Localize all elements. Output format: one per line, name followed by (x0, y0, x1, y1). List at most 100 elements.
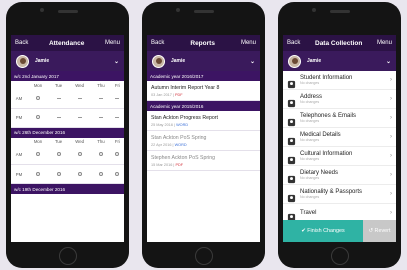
attendance-cell (111, 89, 124, 108)
session-label: PM (15, 171, 23, 177)
attendance-screen: Back Attendance Menu Jamie ⌄ w/c 2nd Jan… (11, 35, 124, 242)
file-type-badge: PDF (175, 93, 183, 97)
attendance-cell (27, 165, 49, 184)
present-mark-icon (115, 171, 120, 176)
nav-bar: Back Attendance Menu (11, 35, 124, 51)
present-mark-icon (115, 152, 120, 157)
report-meta: 03 Jan 2017 | PDF (151, 93, 256, 97)
corner-cell (11, 81, 27, 89)
menu-button[interactable]: Menu (241, 40, 256, 46)
report-title: Stan Ackton PoS Spring (151, 135, 207, 141)
present-mark-icon (98, 152, 103, 157)
home-icon (287, 95, 296, 107)
report-title: Stephen Ackton PoS Spring (151, 155, 216, 161)
chevron-right-icon: › (390, 172, 392, 178)
back-button[interactable]: Back (287, 40, 300, 46)
chevron-right-icon: › (390, 77, 392, 83)
section-text: Address No changes (300, 94, 390, 104)
reports-list: Academic year 2016/2017 Autumn Interim Re… (147, 71, 260, 171)
user-selector[interactable]: Jamie ⌄ (147, 51, 260, 71)
medical-kit-icon (287, 133, 296, 145)
present-mark-icon (56, 152, 61, 157)
data-section-item[interactable]: Nationality & Passports No changes › (283, 185, 396, 204)
day-label: Tue (54, 82, 63, 88)
attendance-cell (68, 108, 91, 127)
section-text: Cultural Information No changes (300, 151, 390, 161)
present-mark-icon (36, 171, 41, 176)
data-collection-list: Student Information No changes › Address No … (283, 71, 396, 223)
nav-bar: Back Data Collection Menu (283, 35, 396, 51)
attendance-cell (91, 146, 111, 165)
user-name: Jamie (171, 58, 186, 64)
attendance-cell (49, 108, 68, 127)
data-section-item[interactable]: Cultural Information No changes › (283, 147, 396, 166)
attendance-cell (27, 89, 49, 108)
week-header: w/c 2nd January 2017 (11, 71, 124, 81)
home-button (330, 247, 349, 265)
present-mark-icon (77, 152, 82, 157)
back-button[interactable]: Back (151, 40, 164, 46)
report-item[interactable]: Stan Ackton Progress Report 25 May 2016 |… (147, 111, 260, 131)
page-title: Reports (190, 39, 215, 47)
user-name: Jamie (35, 58, 50, 64)
attendance-cell (27, 108, 49, 127)
chevron-down-icon: ⌄ (249, 58, 255, 65)
no-data-icon (56, 117, 61, 119)
attendance-cell (49, 165, 68, 184)
file-type-badge: WORD (176, 123, 189, 127)
no-data-icon (56, 98, 61, 100)
chevron-right-icon: › (390, 191, 392, 197)
page-title: Attendance (48, 39, 85, 47)
data-section-item[interactable]: Dietary Needs No changes › (283, 166, 396, 185)
menu-button[interactable]: Menu (377, 40, 392, 46)
camera (40, 8, 44, 12)
present-mark-icon (56, 171, 61, 176)
session-label: PM (15, 115, 23, 120)
reports-screen: Back Reports Menu Jamie ⌄ Academic year … (147, 35, 260, 242)
data-section-item[interactable]: Address No changes › (283, 90, 396, 109)
data-section-item[interactable]: Telephones & Emails No changes › (283, 109, 396, 128)
report-date: 22 Apr 2016 (151, 143, 172, 147)
day-header-row: Mon Tue Wed Thu Fri (11, 138, 124, 146)
menu-button[interactable]: Menu (105, 40, 120, 46)
present-mark-icon (36, 152, 41, 157)
finish-changes-button[interactable]: ✔ Finish Changes (283, 220, 363, 242)
present-mark-icon (36, 95, 41, 100)
attendance-cell (91, 108, 111, 127)
week-header: w/c 19th December 2016 (11, 184, 124, 194)
data-section-item[interactable]: Student Information No changes › (283, 71, 396, 90)
session-row: AM (11, 146, 124, 165)
user-selector[interactable]: Jamie ⌄ (11, 51, 124, 71)
user-selector[interactable]: Jamie ⌄ (283, 51, 396, 71)
home-button (58, 247, 77, 265)
no-data-icon (98, 117, 103, 119)
report-item[interactable]: Autumn Interim Report Year 8 03 Jan 2017 … (147, 81, 260, 101)
revert-button[interactable]: ↺ Revert (363, 220, 396, 242)
report-meta: 22 Apr 2016 | WORD (151, 143, 256, 147)
attendance-grid: Mon Tue Wed Thu Fri AM PM (11, 81, 124, 128)
report-meta: 15 Mar 2016 | PDF (151, 163, 256, 167)
data-section-item[interactable]: Medical Details No changes › (283, 128, 396, 147)
section-text: Telephones & Emails No changes (300, 113, 390, 123)
file-type-badge: PDF (175, 163, 184, 167)
section-text: Medical Details No changes (300, 132, 390, 142)
speaker (329, 10, 350, 13)
phone-attendance: Back Attendance Menu Jamie ⌄ w/c 2nd Jan… (6, 2, 129, 268)
avatar (152, 54, 165, 68)
action-bar: ✔ Finish Changes ↺ Revert (283, 220, 396, 242)
back-button[interactable]: Back (15, 40, 28, 46)
report-title: Stan Ackton Progress Report (151, 115, 218, 121)
page-title: Data Collection (315, 39, 363, 47)
phone-reports: Back Reports Menu Jamie ⌄ Academic year … (142, 2, 265, 268)
no-data-icon (77, 117, 82, 119)
report-date: 03 Jan 2017 (151, 93, 172, 97)
report-item[interactable]: Stephen Ackton PoS Spring 15 Mar 2016 | P… (147, 151, 260, 171)
chevron-right-icon: › (390, 96, 392, 102)
attendance-cell (111, 108, 124, 127)
day-label: Thu (97, 139, 105, 144)
attendance-cell (91, 165, 111, 184)
present-mark-icon (98, 171, 103, 176)
chevron-right-icon: › (390, 210, 392, 216)
academic-year-header: Academic year 2015/2016 (147, 101, 260, 111)
report-item[interactable]: Stan Ackton PoS Spring 22 Apr 2016 | WORD (147, 131, 260, 151)
